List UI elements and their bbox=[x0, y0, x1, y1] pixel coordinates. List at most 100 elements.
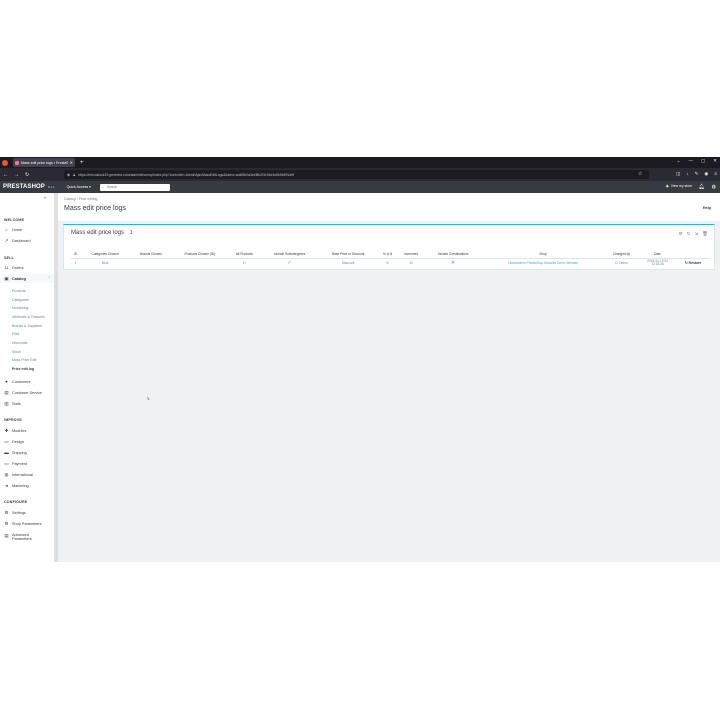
column-header[interactable]: Brands Chosen bbox=[130, 251, 171, 258]
sidebar-subitem-attributes[interactable]: Attributes & Features bbox=[12, 315, 45, 319]
help-button[interactable]: Help bbox=[703, 206, 711, 210]
sidebar-section-sell: SELL bbox=[4, 256, 14, 260]
sidebar-item-label: Payment bbox=[12, 462, 27, 466]
sidebar-item-settings[interactable]: ⚙ Settings bbox=[4, 510, 25, 516]
delete-icon[interactable]: 🗑︎ bbox=[702, 231, 708, 237]
column-header[interactable]: Base Price or Discount bbox=[319, 251, 378, 258]
downloads-icon[interactable]: ↓ bbox=[686, 171, 688, 177]
cell-changed-by: D. Demo bbox=[604, 257, 638, 268]
sidebar-subitem-discounts[interactable]: Discounts bbox=[12, 341, 27, 345]
column-header[interactable]: Include Subcategories bbox=[261, 251, 319, 258]
sidebar-item-label: Shipping bbox=[12, 450, 27, 455]
browser-tab[interactable]: Mass edit price logs • PrestaS... ✕ bbox=[13, 158, 75, 167]
gear-icon: ⚙ bbox=[4, 510, 9, 515]
sidebar-subitem-products[interactable]: Products bbox=[12, 289, 26, 293]
shield-icon[interactable]: ◈ bbox=[67, 172, 70, 177]
url-bar[interactable]: ◈ 🔒︎ https://microstock19.genevtor.com/a… bbox=[64, 170, 649, 179]
back-button[interactable]: ← bbox=[3, 172, 8, 178]
tab-favicon-icon bbox=[15, 160, 19, 165]
new-tab-button[interactable]: + bbox=[80, 160, 84, 166]
quick-access-dropdown[interactable]: Quick Access ▾ bbox=[67, 185, 91, 189]
sidebar-item-catalog[interactable]: ▣ Catalog bbox=[4, 276, 26, 282]
main-content: Catalog › Price editing Mass edit price … bbox=[58, 193, 720, 562]
sidebar-item-customer-service[interactable]: ▤ Customer Service bbox=[4, 390, 42, 396]
sidebar-item-design[interactable]: ▭ Design bbox=[4, 439, 23, 445]
export-icon[interactable]: ⇲ bbox=[695, 231, 699, 237]
sidebar-item-advanced-parameters[interactable]: ▤ Advanced Parameters bbox=[4, 533, 31, 541]
restore-button[interactable]: ↻ Restore bbox=[685, 261, 701, 265]
account-icon[interactable]: ◉ bbox=[704, 171, 708, 177]
sidebar-item-payment[interactable]: ▭ Payment bbox=[4, 461, 27, 467]
sidebar-item-shipping[interactable]: ▬ Shipping bbox=[4, 450, 27, 455]
sidebar-subitem-stock[interactable]: Stock bbox=[12, 350, 21, 354]
url-text[interactable]: https://microstock19.genevtor.com/adminf… bbox=[78, 173, 294, 177]
column-header[interactable]: % or $ bbox=[378, 251, 397, 258]
sidebar-subitem-files[interactable]: Files bbox=[12, 332, 19, 336]
sidebar-item-label: Shop Parameters bbox=[12, 522, 42, 526]
maximize-button[interactable]: ▢ bbox=[701, 158, 705, 164]
sidebar-subitem-brands[interactable]: Brands & Suppliers bbox=[12, 324, 42, 328]
tab-close-icon[interactable]: ✕ bbox=[70, 160, 73, 165]
sidebar-item-modules[interactable]: ✚ Modules bbox=[4, 428, 27, 434]
sidebar-item-dashboard[interactable]: ↗ Dashboard bbox=[4, 238, 31, 244]
sidebar-item-international[interactable]: ◍ International bbox=[4, 472, 33, 478]
table-header-row: ID Categories Chosen Brands Chosen Produ… bbox=[71, 251, 709, 258]
cart-icon: ⊔ bbox=[4, 265, 9, 270]
column-header[interactable]: Shop bbox=[481, 251, 605, 258]
column-header[interactable]: Changed by bbox=[605, 251, 638, 258]
sidebar-item-label: Stats bbox=[12, 402, 21, 406]
prestashop-version: 8.1.1 bbox=[47, 185, 55, 189]
cell-action: ↻ Restore bbox=[677, 257, 709, 268]
column-header[interactable]: Products Chosen (ID) bbox=[172, 251, 228, 258]
puzzle-icon: ✚ bbox=[4, 428, 9, 433]
desktop-icon: ▭ bbox=[4, 439, 9, 444]
search-input[interactable] bbox=[106, 185, 162, 189]
sidebar-item-label: Home bbox=[12, 227, 23, 232]
sidebar-item-home[interactable]: ⌂ Home bbox=[4, 227, 22, 232]
sidebar-item-orders[interactable]: ⊔ Orders bbox=[4, 265, 24, 271]
column-header[interactable]: Increment bbox=[397, 251, 425, 258]
chevron-up-icon[interactable]: ⌃ bbox=[48, 276, 51, 280]
pocket-icon[interactable]: ◫ bbox=[676, 171, 680, 177]
sidebar-subitem-price-edit-log[interactable]: Price edit log bbox=[12, 367, 34, 371]
column-header[interactable]: All Products bbox=[228, 251, 261, 258]
prestashop-logo[interactable]: PRESTASHOP bbox=[3, 184, 45, 190]
sidebar-item-stats[interactable]: ▥ Stats bbox=[4, 401, 21, 407]
minimize-button[interactable]: — bbox=[688, 158, 693, 164]
breadcrumb[interactable]: Catalog › Price editing bbox=[64, 197, 97, 201]
sidebar-item-label: Customer Service bbox=[12, 391, 43, 395]
menu-icon[interactable]: ≡ bbox=[714, 171, 717, 177]
tab-list-chevron-icon[interactable]: ⌄ bbox=[677, 158, 681, 164]
search-icon: ⌕ bbox=[102, 185, 104, 189]
refresh-icon[interactable]: ↻ bbox=[687, 231, 691, 237]
column-header[interactable]: Categories Chosen bbox=[80, 251, 130, 258]
cell-shop: Ultramodern PrestaShop Modules Demo Webs… bbox=[481, 257, 605, 268]
cell-all-products: 1? bbox=[227, 257, 261, 268]
employee-avatar-icon[interactable]: ◍ bbox=[712, 184, 716, 190]
sidebar-subitem-monitoring[interactable]: Monitoring bbox=[12, 306, 28, 310]
close-window-button[interactable]: ✕ bbox=[713, 158, 717, 164]
table-row[interactable]: 1 Boot 1? ✓ Discount % 10 ✕ Ultramodern … bbox=[71, 257, 709, 268]
forward-button[interactable]: → bbox=[14, 172, 19, 178]
bookmark-star-icon[interactable]: ☆ bbox=[638, 171, 642, 177]
sidebar-item-customers[interactable]: ● Customers bbox=[4, 379, 30, 384]
cell-products bbox=[171, 257, 228, 268]
sidebar-item-label: Catalog bbox=[12, 277, 26, 281]
admin-search[interactable]: ⌕ bbox=[100, 183, 170, 191]
sidebar-subitem-mass-price-edit[interactable]: Mass Price Edit bbox=[12, 358, 36, 362]
sidebar-subitem-categories[interactable]: Categories bbox=[12, 298, 29, 302]
view-store-link[interactable]: ◉ View my store bbox=[666, 184, 692, 188]
notifications-bell-icon[interactable]: 🔔︎ bbox=[699, 184, 705, 190]
logs-table: ID Categories Chosen Brands Chosen Produ… bbox=[71, 251, 709, 268]
column-header[interactable]: ID bbox=[71, 251, 80, 258]
sidebar-item-label: Orders bbox=[12, 266, 24, 270]
sidebar-collapse-icon[interactable]: ⇤ bbox=[44, 195, 47, 200]
sidebar-item-marketing[interactable]: ◂ Marketing bbox=[4, 483, 28, 489]
reload-button[interactable]: ↻ bbox=[25, 172, 29, 178]
extensions-icon[interactable]: ✎ bbox=[695, 171, 699, 177]
lock-icon[interactable]: 🔒︎ bbox=[73, 172, 75, 177]
settings-icon[interactable]: ⚙ bbox=[679, 231, 683, 237]
column-header[interactable]: Include Combinations bbox=[425, 251, 481, 258]
sidebar-item-shop-parameters[interactable]: ⚙ Shop Parameters bbox=[4, 521, 42, 527]
column-header[interactable]: Date bbox=[638, 251, 677, 258]
